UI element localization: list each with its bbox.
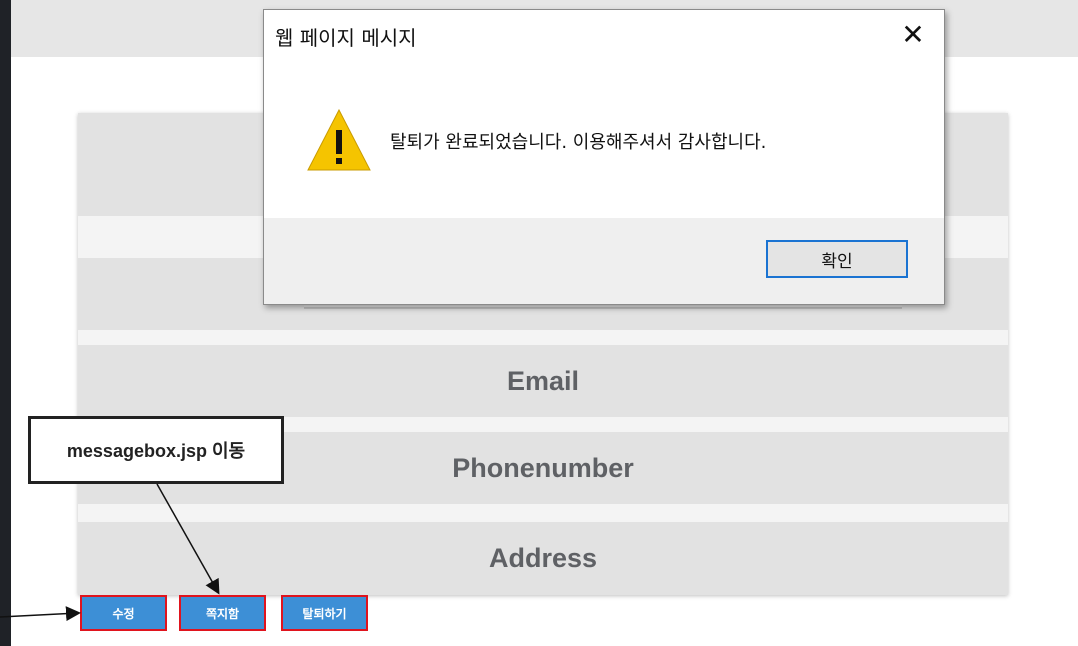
- annotation-label: messagebox.jsp 이동: [66, 441, 246, 461]
- messagebox-button-label: 쪽지함: [205, 606, 240, 621]
- dialog-message: 탈퇴가 완료되었습니다. 이용해주셔서 감사합니다.: [390, 132, 767, 153]
- close-icon[interactable]: ✕: [896, 18, 930, 52]
- edit-button-label: 수정: [112, 606, 135, 621]
- dialog-title: 웹 페이지 메시지: [275, 26, 417, 50]
- ok-button-label: 확인: [821, 251, 853, 272]
- ok-button[interactable]: 확인: [766, 240, 908, 278]
- dialog-footer: 확인: [264, 218, 944, 304]
- warning-icon: [306, 108, 372, 176]
- web-page-message-dialog: 웹 페이지 메시지 ✕ 탈퇴가 완료되었습니다. 이용해주셔서 감사합니다. 확…: [263, 9, 945, 305]
- address-row: Address: [78, 522, 1008, 595]
- email-row: Email: [78, 345, 1008, 417]
- withdraw-button-label: 탈퇴하기: [302, 606, 347, 621]
- annotation-box: messagebox.jsp 이동: [28, 416, 284, 484]
- withdraw-button[interactable]: 탈퇴하기: [281, 595, 368, 631]
- edit-button[interactable]: 수정: [80, 595, 167, 631]
- messagebox-button[interactable]: 쪽지함: [179, 595, 266, 631]
